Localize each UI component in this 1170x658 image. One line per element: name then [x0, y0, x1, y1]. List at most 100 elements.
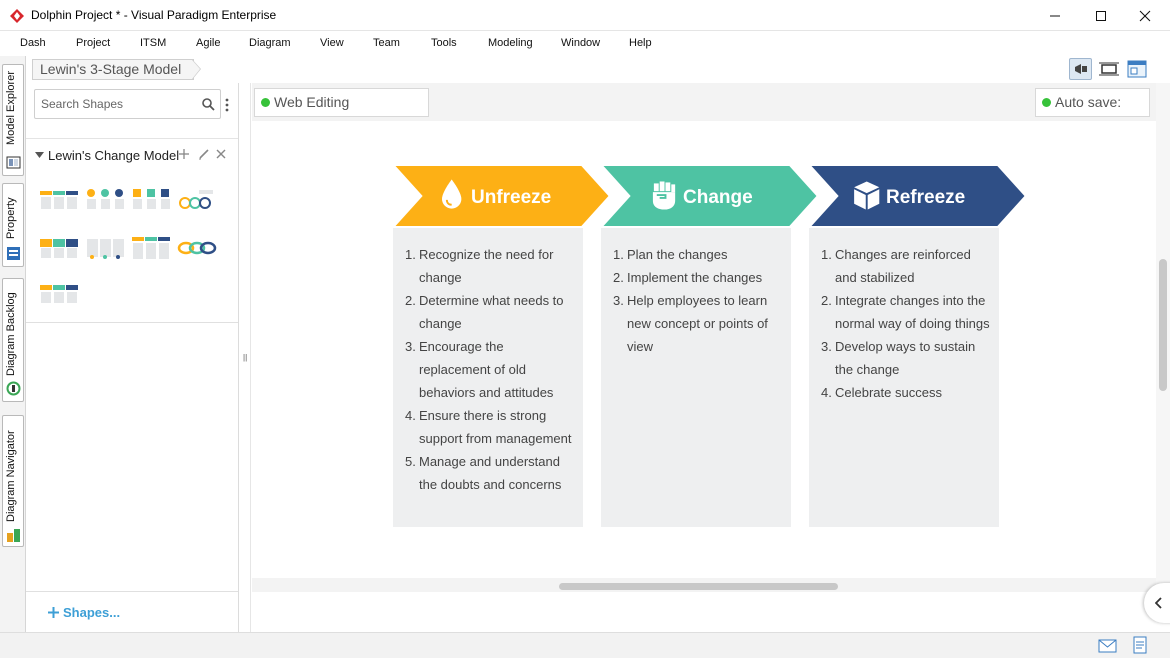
menu-diagram[interactable]: Diagram: [249, 37, 291, 49]
shapes-link[interactable]: Shapes...: [48, 605, 120, 620]
shapes-link-label: Shapes...: [63, 605, 121, 620]
vertical-scroll-thumb[interactable]: [1159, 259, 1167, 391]
breadcrumb[interactable]: Lewin's 3-Stage Model: [32, 59, 195, 80]
tab-model-explorer[interactable]: Model Explorer: [2, 64, 24, 176]
menu-agile[interactable]: Agile: [196, 37, 220, 49]
menu-project[interactable]: Project: [76, 37, 110, 49]
search-box: [34, 89, 221, 119]
list-item: 2. Implement the changes: [613, 270, 763, 285]
chevron-left-icon: [1155, 597, 1162, 609]
shape-thumbnail[interactable]: [85, 187, 125, 213]
shape-group-title: Lewin's Change Model: [48, 148, 180, 163]
megaphone-icon: [1074, 64, 1087, 74]
tab-property-label: Property: [5, 197, 17, 239]
tab-diagram-navigator[interactable]: Diagram Navigator: [2, 415, 24, 547]
web-editing-indicator[interactable]: Web Editing Experience: [254, 88, 429, 137]
diagram-editor: Web Editing Experience Auto save: On Unf…: [252, 83, 1170, 632]
stage-change-content[interactable]: 1. Plan the changes 2. Implement the chang…: [601, 228, 791, 527]
app-logo-icon: [10, 9, 24, 23]
shape-thumbnail[interactable]: [39, 281, 79, 307]
horizontal-scroll-thumb[interactable]: [559, 583, 838, 590]
diagram-canvas[interactable]: Unfreeze Change Refreeze 1. Recognize th…: [252, 121, 1156, 578]
add-icon[interactable]: [178, 148, 190, 160]
menu-tools[interactable]: Tools: [431, 37, 457, 49]
list-item: 4. Ensure there is strong support from ma…: [405, 408, 572, 446]
menu-dash[interactable]: Dash: [20, 37, 46, 49]
plus-icon: [48, 607, 59, 618]
diagram-navigator-icon: [7, 529, 20, 542]
collapse-arrow-icon[interactable]: [35, 152, 44, 158]
shape-thumbnail[interactable]: [131, 235, 171, 261]
menu-modeling[interactable]: Modeling: [488, 37, 533, 49]
diagram-overview-button[interactable]: [1125, 58, 1148, 80]
shape-thumbnails: [26, 171, 238, 323]
tab-diagram-backlog-label: Diagram Backlog: [5, 292, 17, 376]
menu-help[interactable]: Help: [629, 37, 652, 49]
list-item: 1. Plan the changes: [613, 247, 728, 262]
menu-view[interactable]: View: [320, 37, 344, 49]
close-icon: [1139, 10, 1151, 21]
document-icon[interactable]: [1132, 636, 1148, 654]
editing-status-dot: [261, 98, 270, 107]
shape-thumbnail[interactable]: [39, 235, 79, 261]
list-item: 2. Determine what needs to change: [405, 293, 564, 331]
shape-thumbnail[interactable]: [85, 235, 125, 261]
search-shapes-input[interactable]: [41, 96, 191, 112]
stage-refreeze-title: Refreeze: [886, 187, 966, 208]
remove-icon[interactable]: [216, 149, 226, 159]
minimize-button[interactable]: [1032, 0, 1078, 31]
mail-icon[interactable]: [1098, 639, 1117, 653]
more-options-icon[interactable]: [225, 97, 229, 113]
stage-unfreeze-content[interactable]: 1. Recognize the need for change 2. Determ…: [393, 228, 583, 527]
close-button[interactable]: [1122, 0, 1168, 31]
stage-refreeze-content[interactable]: 1. Changes are reinforced and stabilized …: [809, 228, 999, 527]
diagram-overview-icon: [1127, 60, 1146, 78]
splitter-grip: ||: [243, 353, 248, 362]
list-item: 2. Integrate changes into the normal way …: [821, 293, 990, 331]
edit-icon[interactable]: [198, 148, 210, 160]
horizontal-scrollbar[interactable]: [252, 578, 1156, 592]
property-icon: [7, 247, 20, 260]
autosave-indicator[interactable]: Auto save: On: [1035, 88, 1150, 137]
list-item: 1. Recognize the need for change: [405, 247, 554, 285]
tab-diagram-navigator-label: Diagram Navigator: [5, 430, 17, 522]
shape-thumbnail[interactable]: [131, 187, 171, 213]
breadcrumb-arrow-fill: [192, 60, 200, 79]
diagram-backlog-icon: [6, 381, 21, 396]
maximize-button[interactable]: [1078, 0, 1124, 31]
megaphone-button[interactable]: [1069, 58, 1092, 80]
list-item: 3. Help employees to learn new concept or…: [613, 293, 768, 354]
side-tab-strip: Model Explorer Property Diagram Backlog …: [0, 56, 26, 632]
list-item: 4. Celebrate success: [821, 385, 942, 400]
menu-team[interactable]: Team: [373, 37, 400, 49]
panel-splitter[interactable]: ||: [239, 83, 251, 632]
list-item: 1. Changes are reinforced and stabilized: [821, 247, 971, 285]
shape-thumbnail[interactable]: [177, 187, 217, 213]
shape-group-header[interactable]: Lewin's Change Model: [26, 138, 238, 170]
list-item: 3. Encourage the replacement of old behav…: [405, 339, 554, 400]
maximize-icon: [1096, 10, 1106, 21]
stage-unfreeze-title: Unfreeze: [471, 187, 552, 208]
status-bar: [0, 632, 1170, 658]
shape-thumbnail[interactable]: [39, 187, 79, 213]
expand-side-panel-button[interactable]: [1144, 583, 1170, 623]
list-item: 5. Manage and understand the doubts and c…: [405, 454, 562, 492]
autosave-status-dot: [1042, 98, 1051, 107]
title-bar: Dolphin Project * - Visual Paradigm Ente…: [0, 0, 1170, 31]
minimize-icon: [1050, 15, 1060, 16]
vertical-scrollbar[interactable]: [1156, 83, 1170, 592]
tab-property[interactable]: Property: [2, 183, 24, 267]
shapes-footer: Shapes...: [26, 591, 238, 632]
tab-diagram-backlog[interactable]: Diagram Backlog: [2, 278, 24, 402]
shape-thumbnail[interactable]: [177, 235, 217, 261]
shapes-panel: Lewin's Change Model: [26, 83, 239, 632]
window-title: Dolphin Project * - Visual Paradigm Ente…: [31, 8, 277, 22]
breadcrumb-label: Lewin's 3-Stage Model: [40, 61, 182, 77]
search-icon[interactable]: [202, 98, 215, 111]
fit-diagram-button[interactable]: [1097, 58, 1120, 80]
menu-bar: Dash Project ITSM Agile Diagram View Tea…: [0, 31, 1170, 56]
menu-window[interactable]: Window: [561, 37, 600, 49]
canvas-status-strip: Web Editing Experience Auto save: On: [252, 83, 1156, 137]
menu-itsm[interactable]: ITSM: [140, 37, 166, 49]
fit-diagram-icon: [1098, 62, 1119, 76]
